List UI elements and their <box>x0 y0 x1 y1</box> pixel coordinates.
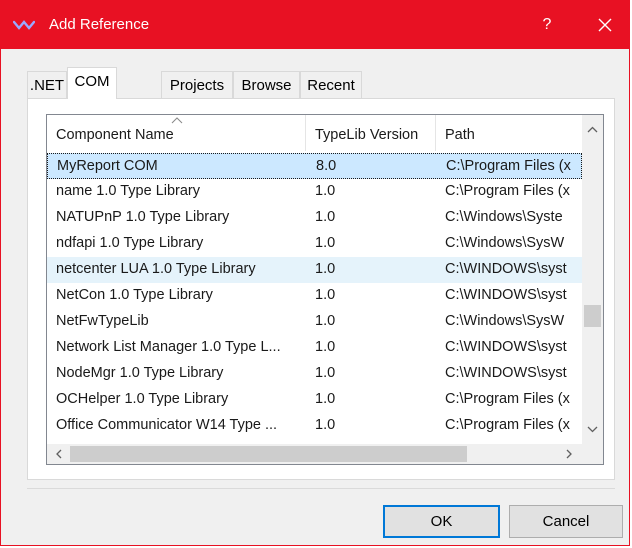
scroll-left-icon[interactable] <box>49 444 69 464</box>
tab-browse-label: Browse <box>241 77 292 94</box>
column-header-component-name[interactable]: Component Name <box>47 115 306 151</box>
typelib-version-cell: 1.0 <box>315 339 336 355</box>
tab-recent-label: Recent <box>307 77 355 94</box>
column-header-label: TypeLib Version <box>315 127 419 143</box>
help-icon: ? <box>542 16 552 33</box>
column-header-path[interactable]: Path <box>436 115 582 151</box>
list-row[interactable]: MyReport COM 8.0 C:\Program Files (x <box>47 153 582 179</box>
scroll-down-icon[interactable] <box>582 419 603 440</box>
path-cell: C:\Program Files (x <box>445 183 570 199</box>
component-name-cell: NATUPnP 1.0 Type Library <box>56 209 230 225</box>
list-row[interactable]: Network List Manager 1.0 Type L... 1.0 C:\… <box>47 335 582 361</box>
ok-button-label: OK <box>430 513 453 530</box>
horizontal-scrollbar[interactable] <box>47 444 582 464</box>
component-name-cell: OCHelper 1.0 Type Library <box>56 391 229 407</box>
horizontal-scroll-thumb[interactable] <box>70 446 467 462</box>
scroll-up-icon[interactable] <box>582 119 603 140</box>
tab-recent[interactable]: Recent <box>300 71 362 98</box>
tab-net[interactable]: .NET <box>27 71 67 98</box>
footer-divider <box>27 488 615 489</box>
component-name-cell: NetCon 1.0 Type Library <box>56 287 213 303</box>
cancel-button-label: Cancel <box>542 513 590 530</box>
column-header-typelib-version[interactable]: TypeLib Version <box>306 115 436 151</box>
close-icon <box>598 18 612 32</box>
title-bar[interactable]: Add Reference ? <box>1 1 629 49</box>
window-title: Add Reference <box>49 16 150 33</box>
list-row[interactable]: Office Communicator W14 Type ... 1.0 C:\Pr… <box>47 413 582 439</box>
component-name-cell: NodeMgr 1.0 Type Library <box>56 365 224 381</box>
tab-projects-label: Projects <box>169 77 225 94</box>
path-cell: C:\Program Files (x <box>446 158 571 174</box>
component-name-cell: NetFwTypeLib <box>56 313 149 329</box>
component-list[interactable]: Component Name TypeLib Version Path MyRe… <box>46 114 604 465</box>
vertical-scrollbar[interactable] <box>582 115 603 444</box>
path-cell: C:\Windows\SysW <box>445 313 565 329</box>
typelib-version-cell: 1.0 <box>315 209 336 225</box>
path-cell: C:\Program Files (x <box>445 391 570 407</box>
path-cell: C:\WINDOWS\syst <box>445 339 567 355</box>
path-cell: C:\WINDOWS\syst <box>445 365 567 381</box>
component-name-cell: ndfapi 1.0 Type Library <box>56 235 204 251</box>
column-header-label: Component Name <box>56 127 174 143</box>
help-button[interactable]: ? <box>529 7 565 43</box>
sort-ascending-icon <box>171 117 183 124</box>
typelib-version-cell: 8.0 <box>316 158 337 174</box>
tab-projects[interactable]: Projects <box>161 71 233 98</box>
add-reference-dialog: Add Reference ? .NET COM Projects Browse… <box>0 0 630 546</box>
typelib-version-cell: 1.0 <box>315 417 336 433</box>
path-cell: C:\Windows\Syste <box>445 209 563 225</box>
close-button[interactable] <box>585 7 625 43</box>
list-row[interactable]: netcenter LUA 1.0 Type Library 1.0 C:\WIND… <box>47 257 582 283</box>
visual-studio-icon <box>13 20 35 30</box>
path-cell: C:\Program Files (x <box>445 417 570 433</box>
component-name-cell: netcenter LUA 1.0 Type Library <box>56 261 256 277</box>
list-header: Component Name TypeLib Version Path <box>47 115 582 151</box>
list-row[interactable]: name 1.0 Type Library 1.0 C:\Program Files… <box>47 179 582 205</box>
component-name-cell: Office Communicator W14 Type ... <box>56 417 278 433</box>
tab-browse[interactable]: Browse <box>233 71 300 98</box>
list-row[interactable]: ndfapi 1.0 Type Library 1.0 C:\Windows\Sys… <box>47 231 582 257</box>
list-row[interactable]: NATUPnP 1.0 Type Library 1.0 C:\Windows\Sy… <box>47 205 582 231</box>
path-cell: C:\WINDOWS\syst <box>445 261 567 277</box>
list-row[interactable]: NetCon 1.0 Type Library 1.0 C:\WINDOWS\sys… <box>47 283 582 309</box>
path-cell: C:\WINDOWS\syst <box>445 287 567 303</box>
list-row[interactable]: NetFwTypeLib 1.0 C:\Windows\SysW <box>47 309 582 335</box>
list-row[interactable]: NodeMgr 1.0 Type Library 1.0 C:\WINDOWS\sy… <box>47 361 582 387</box>
typelib-version-cell: 1.0 <box>315 313 336 329</box>
tab-com-label: COM <box>74 73 110 90</box>
typelib-version-cell: 1.0 <box>315 391 336 407</box>
vertical-scroll-thumb[interactable] <box>584 305 601 327</box>
tab-com[interactable]: COM <box>67 67 117 99</box>
list-row[interactable]: OCHelper 1.0 Type Library 1.0 C:\Program F… <box>47 387 582 413</box>
tab-net-label: .NET <box>29 77 65 94</box>
scrollbar-corner <box>582 444 603 464</box>
cancel-button[interactable]: Cancel <box>509 505 623 538</box>
scroll-right-icon[interactable] <box>559 444 579 464</box>
typelib-version-cell: 1.0 <box>315 287 336 303</box>
component-name-cell: MyReport COM <box>57 158 158 174</box>
typelib-version-cell: 1.0 <box>315 365 336 381</box>
path-cell: C:\Windows\SysW <box>445 235 565 251</box>
component-name-cell: name 1.0 Type Library <box>56 183 201 199</box>
component-name-cell: Network List Manager 1.0 Type L... <box>56 339 281 355</box>
ok-button[interactable]: OK <box>383 505 500 538</box>
column-header-label: Path <box>445 127 475 143</box>
typelib-version-cell: 1.0 <box>315 261 336 277</box>
typelib-version-cell: 1.0 <box>315 183 336 199</box>
typelib-version-cell: 1.0 <box>315 235 336 251</box>
